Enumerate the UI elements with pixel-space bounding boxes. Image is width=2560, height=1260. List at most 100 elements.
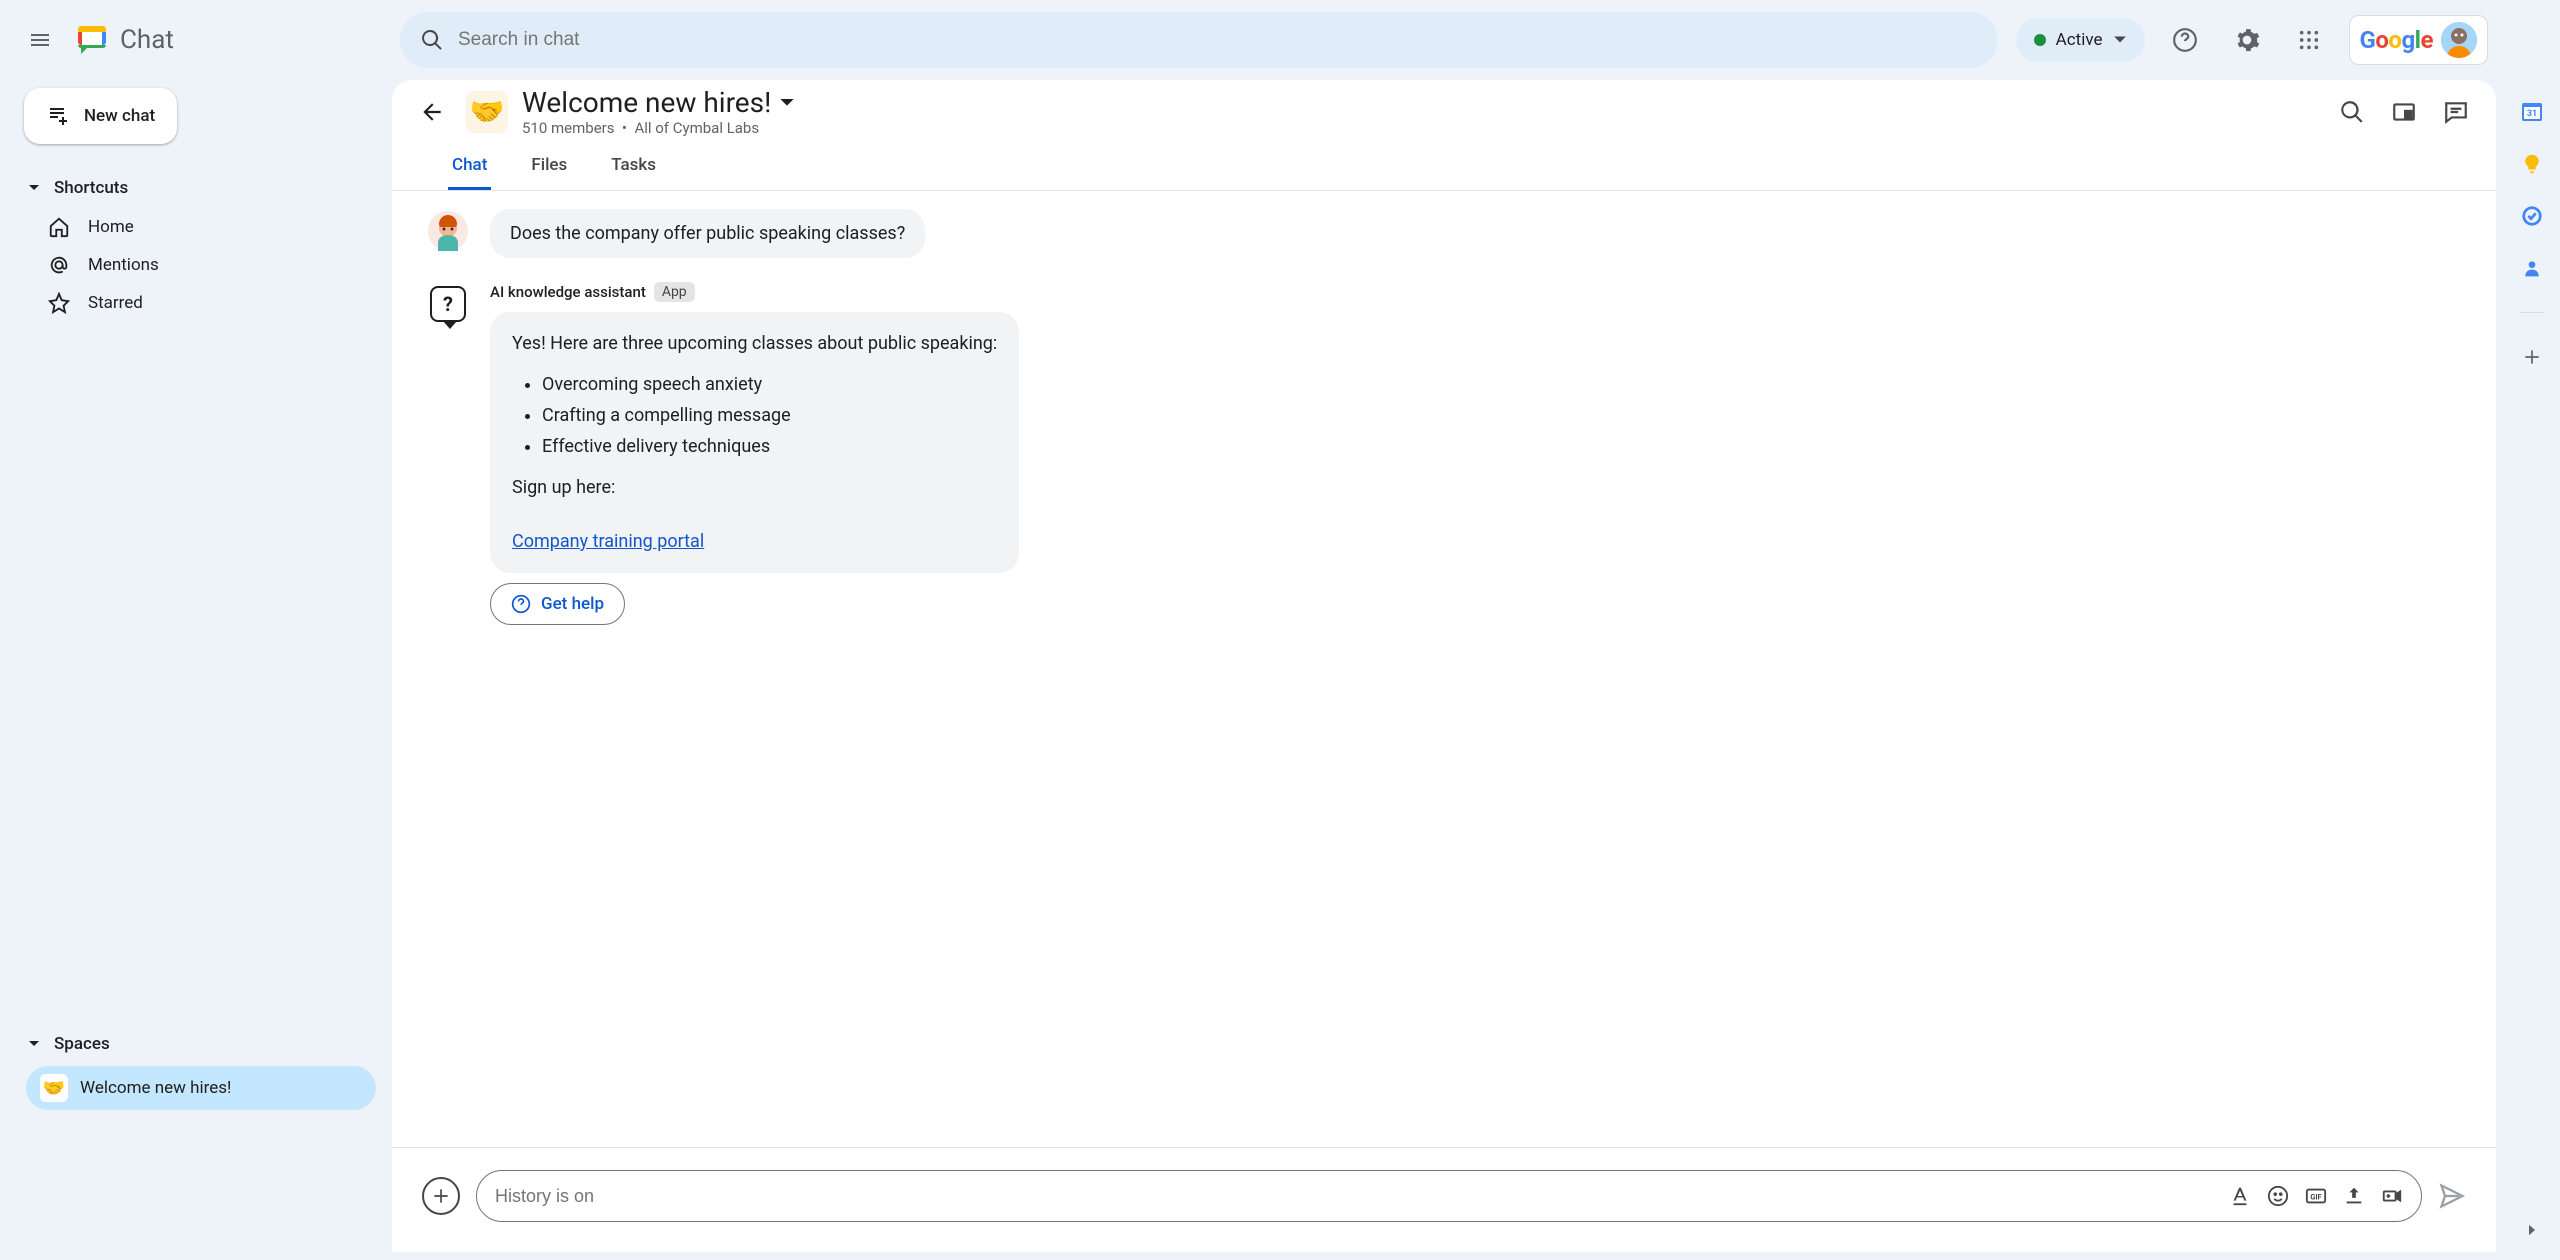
settings-button[interactable] — [2225, 18, 2269, 62]
chevron-down-icon — [779, 95, 795, 111]
tab-chat[interactable]: Chat — [448, 143, 491, 190]
help-button[interactable] — [2163, 18, 2207, 62]
ai-avatar: ? — [428, 284, 468, 324]
thread-button[interactable] — [2434, 90, 2478, 134]
new-chat-label: New chat — [84, 106, 155, 126]
gear-icon — [2234, 27, 2260, 53]
chevron-down-icon — [28, 1038, 40, 1050]
emoji-button[interactable] — [2267, 1185, 2289, 1207]
training-portal-link[interactable]: Company training portal — [512, 531, 704, 552]
message-sender: AI knowledge assistant App — [490, 282, 1019, 302]
upload-button[interactable] — [2343, 1185, 2365, 1207]
account-avatar[interactable] — [2441, 22, 2477, 58]
at-icon — [48, 254, 70, 276]
space-title: Welcome new hires! — [522, 86, 771, 119]
status-dot-icon — [2034, 34, 2046, 46]
app-logo[interactable]: Chat — [72, 20, 174, 60]
spaces-header[interactable]: Spaces — [8, 1024, 384, 1064]
search-box[interactable] — [400, 12, 1998, 68]
tab-tasks[interactable]: Tasks — [607, 143, 660, 190]
nav-starred[interactable]: Starred — [8, 284, 384, 322]
keep-app-icon[interactable] — [2520, 152, 2544, 176]
search-icon — [2339, 99, 2365, 125]
right-rail: 31 — [2504, 0, 2560, 1260]
search-icon — [420, 28, 444, 52]
add-attachment-button[interactable] — [422, 1177, 460, 1215]
app-name: Chat — [120, 25, 174, 55]
tabs-row: Chat Files Tasks — [392, 143, 2496, 191]
left-sidebar: Chat New chat Shortcuts Home Mentions St… — [0, 0, 392, 1260]
back-button[interactable] — [410, 90, 454, 134]
user-avatar — [428, 211, 468, 251]
send-button[interactable] — [2438, 1182, 2466, 1210]
gif-button[interactable]: GIF — [2305, 1185, 2327, 1207]
ai-message-bubble: Yes! Here are three upcoming classes abo… — [490, 312, 1019, 573]
composer-input[interactable] — [495, 1186, 2219, 1207]
tasks-app-icon[interactable] — [2520, 204, 2544, 228]
get-help-label: Get help — [541, 594, 604, 614]
help-icon — [511, 594, 531, 614]
status-label: Active — [2056, 30, 2103, 50]
format-button[interactable] — [2229, 1185, 2251, 1207]
chat-icon — [2443, 99, 2469, 125]
space-title-dropdown[interactable]: Welcome new hires! — [522, 86, 795, 119]
apps-icon — [2298, 29, 2320, 51]
toggle-panel-button[interactable] — [2382, 90, 2426, 134]
message-bubble: Does the company offer public speaking c… — [490, 209, 925, 258]
help-icon — [2172, 27, 2198, 53]
message-row-ai: ? AI knowledge assistant App Yes! Here a… — [428, 282, 2460, 625]
emoji-icon — [2267, 1185, 2289, 1207]
app-badge: App — [654, 282, 695, 302]
home-icon — [48, 216, 70, 238]
shortcuts-header[interactable]: Shortcuts — [8, 168, 384, 208]
get-help-button[interactable]: Get help — [490, 583, 625, 625]
video-button[interactable] — [2381, 1185, 2403, 1207]
tab-files[interactable]: Files — [527, 143, 571, 190]
arrow-left-icon — [419, 99, 445, 125]
space-search-button[interactable] — [2330, 90, 2374, 134]
composer-input-wrap[interactable]: GIF — [476, 1170, 2422, 1222]
plus-icon — [431, 1186, 451, 1206]
space-subtitle: 510 members • All of Cymbal Labs — [522, 119, 795, 137]
send-icon — [2438, 1182, 2466, 1210]
calendar-app-icon[interactable]: 31 — [2520, 100, 2544, 124]
nav-home-label: Home — [88, 217, 134, 237]
new-chat-button[interactable]: New chat — [24, 88, 177, 144]
space-item-welcome[interactable]: 🤝 Welcome new hires! — [26, 1066, 376, 1110]
upload-icon — [2343, 1185, 2365, 1207]
nav-home[interactable]: Home — [8, 208, 384, 246]
nav-mentions-label: Mentions — [88, 255, 159, 275]
shortcuts-title: Shortcuts — [54, 178, 128, 198]
panel-icon — [2391, 99, 2417, 125]
chevron-down-icon — [28, 182, 40, 194]
video-icon — [2381, 1185, 2403, 1207]
chevron-down-icon — [2113, 33, 2127, 47]
side-panel-toggle[interactable] — [2520, 1218, 2544, 1242]
top-bar: Active Google — [392, 0, 2504, 80]
nav-starred-label: Starred — [88, 293, 143, 313]
space-header: 🤝 Welcome new hires! 510 members • All o… — [392, 80, 2496, 143]
messages-area: Does the company offer public speaking c… — [392, 191, 2496, 1147]
space-header-emoji: 🤝 — [466, 91, 508, 133]
google-account-badge[interactable]: Google — [2349, 15, 2489, 65]
get-addons-button[interactable] — [2520, 345, 2544, 369]
main-menu-button[interactable] — [16, 16, 64, 64]
star-icon — [48, 292, 70, 314]
space-emoji-icon: 🤝 — [40, 1074, 68, 1102]
status-pill[interactable]: Active — [2016, 18, 2145, 62]
apps-button[interactable] — [2287, 18, 2331, 62]
google-label: Google — [2360, 26, 2434, 54]
gif-icon: GIF — [2305, 1185, 2327, 1207]
message-row: Does the company offer public speaking c… — [428, 209, 2460, 258]
composer-area: GIF — [392, 1147, 2496, 1252]
space-item-label: Welcome new hires! — [80, 1078, 231, 1098]
contacts-app-icon[interactable] — [2520, 256, 2544, 280]
svg-text:GIF: GIF — [2310, 1193, 2321, 1202]
search-input[interactable] — [458, 29, 1978, 51]
spaces-title: Spaces — [54, 1034, 110, 1054]
new-chat-icon — [46, 104, 70, 128]
svg-text:31: 31 — [2527, 109, 2537, 119]
content-panel: 🤝 Welcome new hires! 510 members • All o… — [392, 80, 2496, 1252]
nav-mentions[interactable]: Mentions — [8, 246, 384, 284]
format-icon — [2229, 1185, 2251, 1207]
